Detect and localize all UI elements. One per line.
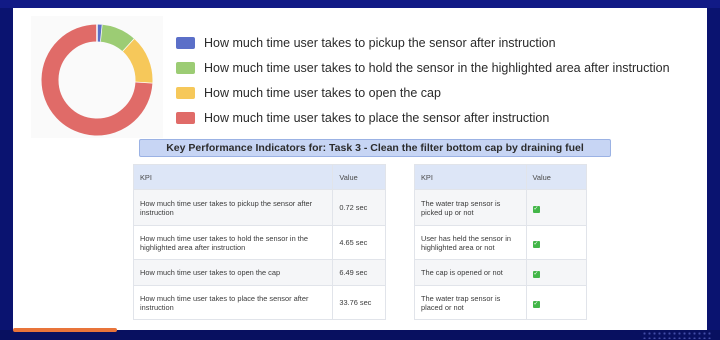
- check-icon: ✓: [532, 205, 540, 213]
- chart-legend: How much time user takes to pickup the s…: [176, 30, 670, 130]
- value-cell: 0.72 sec: [332, 189, 386, 226]
- value-cell: 4.65 sec: [332, 225, 386, 260]
- table-row: The water trap sensor is picked up or no…: [414, 189, 588, 226]
- progress-accent-bar: [13, 328, 117, 332]
- status-kpi-table: KPI Value The water trap sensor is picke…: [414, 164, 588, 320]
- legend-swatch: [176, 111, 195, 124]
- table-row: How much time user takes to open the cap…: [132, 259, 386, 286]
- column-header-value: Value: [525, 164, 588, 190]
- legend-label: How much time user takes to place the se…: [204, 110, 550, 125]
- kpi-title: Key Performance Indicators for: Task 3 -…: [139, 139, 611, 157]
- legend-item[interactable]: How much time user takes to open the cap: [176, 80, 670, 105]
- legend-item[interactable]: How much time user takes to hold the sen…: [176, 55, 670, 80]
- table-row: User has held the sensor in highlighted …: [414, 225, 588, 260]
- decorative-dots: [642, 331, 712, 339]
- value-cell: 33.76 sec: [332, 285, 386, 320]
- check-icon: ✓: [532, 240, 540, 248]
- legend-item[interactable]: How much time user takes to place the se…: [176, 105, 670, 130]
- legend-label: How much time user takes to open the cap: [204, 85, 441, 100]
- check-icon: ✓: [532, 300, 540, 308]
- kpi-cell: How much time user takes to pickup the s…: [132, 189, 334, 226]
- column-header-kpi: KPI: [414, 164, 527, 190]
- kpi-cell: The water trap sensor is placed or not: [414, 285, 527, 320]
- legend-swatch: [176, 36, 195, 49]
- legend-swatch: [176, 86, 195, 99]
- legend-label: How much time user takes to hold the sen…: [204, 60, 670, 75]
- table-row: The cap is opened or not ✓: [414, 259, 588, 286]
- table-row: How much time user takes to pickup the s…: [132, 189, 386, 226]
- donut-slice[interactable]: [122, 39, 153, 84]
- table-row: How much time user takes to place the se…: [132, 285, 386, 320]
- value-cell: ✓: [525, 259, 588, 286]
- donut-chart-svg: [41, 24, 153, 136]
- kpi-cell: User has held the sensor in highlighted …: [414, 225, 527, 260]
- value-cell: ✓: [525, 285, 588, 320]
- column-header-kpi: KPI: [132, 164, 334, 190]
- table-row: The water trap sensor is placed or not ✓: [414, 285, 588, 320]
- legend-swatch: [176, 61, 195, 74]
- check-icon: ✓: [532, 270, 540, 278]
- column-header-value: Value: [332, 164, 386, 190]
- legend-item[interactable]: How much time user takes to pickup the s…: [176, 30, 670, 55]
- timing-kpi-table: KPI Value How much time user takes to pi…: [132, 164, 386, 320]
- kpi-cell: The water trap sensor is picked up or no…: [414, 189, 527, 226]
- kpi-cell: How much time user takes to hold the sen…: [132, 225, 334, 260]
- table-row: How much time user takes to hold the sen…: [132, 225, 386, 260]
- value-cell: 6.49 sec: [332, 259, 386, 286]
- kpi-cell: The cap is opened or not: [414, 259, 527, 286]
- donut-slice[interactable]: [100, 24, 135, 52]
- kpi-cell: How much time user takes to open the cap: [132, 259, 334, 286]
- legend-label: How much time user takes to pickup the s…: [204, 35, 556, 50]
- value-cell: ✓: [525, 225, 588, 260]
- donut-chart: [31, 16, 163, 138]
- value-cell: ✓: [525, 189, 588, 226]
- kpi-cell: How much time user takes to place the se…: [132, 285, 334, 320]
- top-frame: [0, 0, 720, 8]
